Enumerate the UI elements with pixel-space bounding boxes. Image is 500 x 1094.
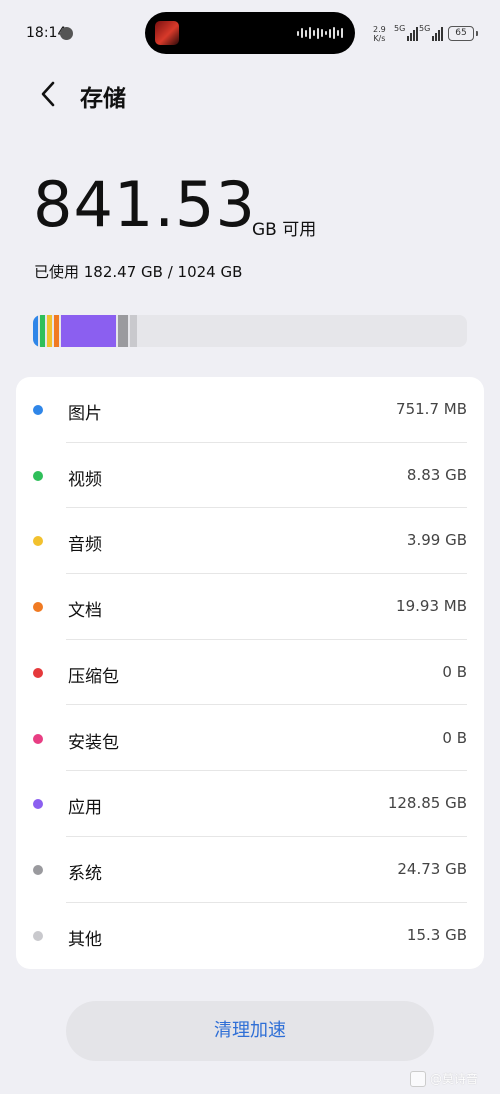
watermark: @莫诗音	[410, 1070, 478, 1087]
category-color-dot	[33, 602, 43, 613]
category-row-archives[interactable]: 压缩包 0 B	[16, 640, 484, 706]
category-row-other[interactable]: 其他 15.3 GB	[16, 903, 484, 969]
audio-visualizer-icon	[297, 26, 343, 40]
category-size: 19.93 MB	[396, 597, 467, 616]
category-row-videos[interactable]: 视频 8.83 GB	[16, 443, 484, 509]
used-storage-text: 已使用 182.47 GB / 1024 GB	[34, 263, 243, 281]
storage-segment	[47, 315, 52, 347]
category-size: 128.85 GB	[387, 794, 467, 813]
category-color-dot	[33, 864, 43, 875]
album-art-thumbnail	[155, 21, 179, 45]
network-speed-value: 2.9	[373, 25, 386, 34]
category-row-images[interactable]: 图片 751.7 MB	[16, 377, 484, 443]
category-color-dot	[33, 470, 43, 481]
storage-segment	[54, 315, 59, 347]
category-label: 安装包	[68, 732, 119, 753]
category-row-documents[interactable]: 文档 19.93 MB	[16, 574, 484, 640]
category-row-system[interactable]: 系统 24.73 GB	[16, 837, 484, 903]
audio-wave-icon	[60, 27, 73, 40]
category-color-dot	[33, 536, 43, 547]
category-label: 其他	[68, 929, 102, 950]
category-label: 音频	[68, 535, 102, 556]
category-color-dot	[33, 667, 43, 678]
category-label: 文档	[68, 601, 102, 622]
cellular-signal-icon: 5G	[394, 24, 419, 41]
signal-type-label: 5G	[394, 24, 406, 33]
dynamic-island[interactable]	[145, 12, 355, 54]
category-size: 3.99 GB	[406, 531, 467, 550]
category-size: 24.73 GB	[397, 859, 467, 878]
page-title: 存储	[80, 86, 126, 112]
clean-speedup-button[interactable]: 清理加速	[66, 1001, 434, 1061]
category-color-dot	[33, 930, 43, 941]
category-label: 应用	[68, 798, 102, 819]
back-button[interactable]	[34, 78, 66, 110]
cellular-signal-icon-2: 5G	[419, 24, 444, 41]
storage-segment	[61, 315, 116, 347]
storage-category-list: 图片 751.7 MB 视频 8.83 GB 音频 3.99 GB 文档 19.…	[16, 377, 484, 969]
category-label: 压缩包	[68, 666, 119, 687]
category-size: 0 B	[442, 662, 467, 681]
category-color-dot	[33, 405, 43, 415]
category-row-audio[interactable]: 音频 3.99 GB	[16, 508, 484, 575]
storage-usage-bar	[33, 315, 467, 347]
category-color-dot	[33, 733, 43, 744]
network-speed-unit: K/s	[373, 34, 386, 43]
watermark-text: @莫诗音	[430, 1072, 479, 1086]
available-storage-value: 841.53	[33, 168, 256, 241]
status-bar: 18:14 2.9 K/s 5G 5G 65	[0, 0, 500, 66]
storage-segment	[130, 315, 137, 347]
category-size: 0 B	[442, 728, 467, 747]
category-label: 图片	[68, 404, 102, 424]
category-color-dot	[33, 799, 43, 810]
storage-segment	[33, 315, 38, 347]
category-row-apps[interactable]: 应用 128.85 GB	[16, 771, 484, 837]
watermark-logo-icon	[410, 1070, 426, 1087]
category-row-installers[interactable]: 安装包 0 B	[16, 706, 484, 772]
chevron-left-icon	[41, 81, 55, 107]
storage-segment	[117, 315, 129, 347]
category-size: 15.3 GB	[406, 925, 467, 944]
signal-type-label-2: 5G	[419, 24, 431, 33]
category-size: 751.7 MB	[396, 400, 467, 418]
network-speed: 2.9 K/s	[373, 25, 386, 43]
available-storage-unit: GB 可用	[252, 220, 317, 240]
battery-icon: 65	[448, 26, 478, 41]
storage-segment	[40, 315, 45, 347]
category-size: 8.83 GB	[406, 465, 467, 484]
category-label: 视频	[68, 469, 102, 490]
category-label: 系统	[68, 863, 102, 884]
